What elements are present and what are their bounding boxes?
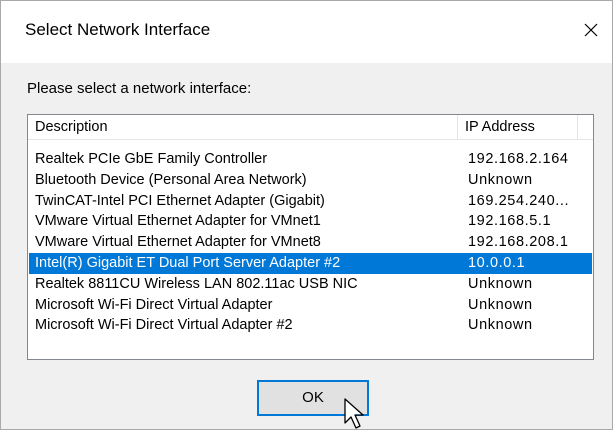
- interface-description: Microsoft Wi-Fi Direct Virtual Adapter #…: [35, 317, 293, 334]
- interface-description: Intel(R) Gigabit ET Dual Port Server Ada…: [35, 254, 341, 271]
- interface-ip-address: 169.254.240...: [468, 192, 570, 209]
- interface-ip-address: Unknown: [468, 317, 533, 334]
- list-header: Description IP Address: [28, 115, 593, 140]
- interface-ip-address: 10.0.0.1: [468, 254, 526, 271]
- close-icon: [584, 23, 598, 37]
- list-item[interactable]: Bluetooth Device (Personal Area Network)…: [29, 170, 592, 191]
- list-item[interactable]: Intel(R) Gigabit ET Dual Port Server Ada…: [29, 252, 592, 274]
- prompt-label: Please select a network interface:: [27, 80, 252, 97]
- interface-ip-address: 192.168.5.1: [468, 213, 552, 230]
- interface-description: Bluetooth Device (Personal Area Network): [35, 171, 307, 188]
- interface-description: Realtek PCIe GbE Family Controller: [35, 151, 268, 167]
- interface-ip-address: Unknown: [468, 296, 533, 313]
- interface-description: Microsoft Wi-Fi Direct Virtual Adapter: [35, 296, 273, 313]
- interface-description: Realtek 8811CU Wireless LAN 802.11ac USB…: [35, 275, 358, 292]
- column-header-description[interactable]: Description: [28, 115, 458, 139]
- list-item[interactable]: Microsoft Wi-Fi Direct Virtual Adapter Un…: [29, 295, 592, 316]
- list-rows: Realtek PCIe GbE Family Controller 192.16…: [29, 149, 592, 336]
- close-button[interactable]: [576, 15, 606, 45]
- interface-ip-address: 192.168.2.164: [468, 151, 569, 167]
- list-item[interactable]: VMware Virtual Ethernet Adapter for VMne…: [29, 211, 592, 232]
- mouse-cursor-icon: [344, 398, 364, 429]
- title-bar: Select Network Interface: [1, 1, 612, 63]
- interface-description: TwinCAT-Intel PCI Ethernet Adapter (Giga…: [35, 192, 325, 209]
- dialog-window: Select Network Interface Please select a…: [0, 0, 613, 430]
- list-item[interactable]: VMware Virtual Ethernet Adapter for VMne…: [29, 232, 592, 253]
- window-title: Select Network Interface: [25, 20, 211, 39]
- list-item[interactable]: Realtek PCIe GbE Family Controller 192.16…: [29, 149, 592, 170]
- interface-description: VMware Virtual Ethernet Adapter for VMne…: [35, 234, 321, 251]
- column-header-ip-address[interactable]: IP Address: [458, 115, 578, 139]
- interface-description: VMware Virtual Ethernet Adapter for VMne…: [35, 213, 321, 230]
- interface-ip-address: 192.168.208.1: [468, 234, 569, 251]
- interface-ip-address: Unknown: [468, 275, 533, 292]
- list-item[interactable]: TwinCAT-Intel PCI Ethernet Adapter (Giga…: [29, 191, 592, 212]
- interface-ip-address: Unknown: [468, 171, 533, 188]
- network-interface-list[interactable]: Description IP Address Realtek PCIe GbE …: [27, 114, 594, 360]
- list-item[interactable]: Realtek 8811CU Wireless LAN 802.11ac USB…: [29, 274, 592, 295]
- list-item[interactable]: Microsoft Wi-Fi Direct Virtual Adapter #…: [29, 315, 592, 336]
